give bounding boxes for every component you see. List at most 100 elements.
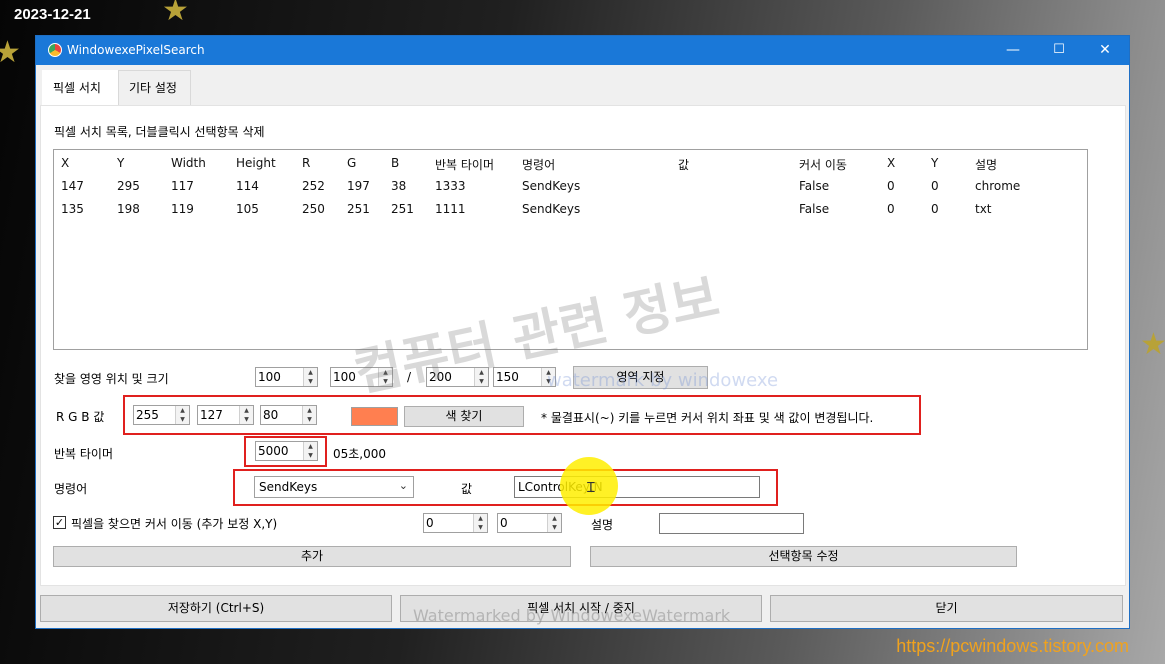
area-x-value: 100: [258, 370, 281, 384]
table-cell[interactable]: 198: [117, 202, 140, 216]
table-cell[interactable]: False: [799, 179, 829, 193]
value-label: 값: [461, 482, 473, 496]
set-area-button[interactable]: 영역 지정: [573, 366, 708, 389]
table-cell[interactable]: SendKeys: [522, 202, 580, 216]
cursor-move-label: 픽셀을 찾으면 커서 이동 (추가 보정 X,Y): [71, 517, 278, 531]
app-window: WindowexePixelSearch — ☐ ✕ 픽셀 서치 기타 설정 픽…: [35, 35, 1130, 629]
table-cell[interactable]: 105: [236, 202, 259, 216]
tab-pixel-search[interactable]: 픽셀 서치: [42, 70, 118, 106]
table-cell[interactable]: 295: [117, 179, 140, 193]
table-cell[interactable]: 0: [931, 202, 939, 216]
pixel-search-list[interactable]: X Y Width Height R G B 반복 타이머 명령어 값 커서 이…: [53, 149, 1088, 350]
area-y-value: 100: [333, 370, 356, 384]
table-cell[interactable]: 117: [171, 179, 194, 193]
table-cell[interactable]: 250: [302, 202, 325, 216]
area-height-stepper[interactable]: 150 ▲ ▼: [493, 367, 556, 387]
spin-arrows-icon[interactable]: ▲ ▼: [303, 368, 317, 386]
red-stepper[interactable]: 255 ▲ ▼: [133, 405, 190, 425]
start-stop-button[interactable]: 픽셀 서치 시작 / 중지: [400, 595, 762, 622]
add-button[interactable]: 추가: [53, 546, 571, 567]
title-bar: WindowexePixelSearch — ☐ ✕: [36, 36, 1129, 65]
area-height-value: 150: [496, 370, 519, 384]
column-header-x[interactable]: X: [61, 156, 69, 170]
tab-other-settings[interactable]: 기타 설정: [118, 70, 191, 106]
table-cell[interactable]: 1333: [435, 179, 466, 193]
column-header-offset-y[interactable]: Y: [931, 156, 938, 170]
column-header-b[interactable]: B: [391, 156, 399, 170]
offset-x-value: 0: [426, 516, 434, 530]
table-cell[interactable]: SendKeys: [522, 179, 580, 193]
description-input[interactable]: [659, 513, 804, 534]
command-select[interactable]: SendKeys ⌄: [254, 476, 414, 498]
minimize-button[interactable]: —: [990, 36, 1036, 65]
area-separator: /: [407, 370, 412, 384]
timer-value: 5000: [258, 444, 289, 458]
table-cell[interactable]: 0: [931, 179, 939, 193]
area-width-stepper[interactable]: 200 ▲ ▼: [426, 367, 489, 387]
area-x-stepper[interactable]: 100 ▲ ▼: [255, 367, 318, 387]
command-value-input[interactable]: LControlKey,N: [514, 476, 760, 498]
table-cell[interactable]: 197: [347, 179, 370, 193]
area-y-stepper[interactable]: 100 ▲ ▼: [330, 367, 393, 387]
column-header-timer[interactable]: 반복 타이머: [435, 156, 494, 173]
table-cell[interactable]: False: [799, 202, 829, 216]
table-cell[interactable]: 1111: [435, 202, 466, 216]
table-cell[interactable]: txt: [975, 202, 992, 216]
cursor-move-checkbox[interactable]: ✓: [53, 516, 66, 529]
rgb-label: R G B 값: [56, 410, 105, 424]
table-cell[interactable]: 135: [61, 202, 84, 216]
table-cell[interactable]: 0: [887, 179, 895, 193]
close-window-button[interactable]: ✕: [1082, 36, 1128, 65]
app-icon: [48, 43, 62, 57]
star-decoration: ★: [0, 35, 21, 70]
command-label: 명령어: [54, 482, 88, 496]
timer-stepper[interactable]: 5000 ▲ ▼: [255, 441, 318, 461]
offset-y-stepper[interactable]: 0 ▲ ▼: [497, 513, 562, 533]
table-cell[interactable]: 251: [347, 202, 370, 216]
spin-arrows-icon[interactable]: ▲ ▼: [474, 368, 488, 386]
column-header-y[interactable]: Y: [117, 156, 124, 170]
table-cell[interactable]: 251: [391, 202, 414, 216]
column-header-height[interactable]: Height: [236, 156, 276, 170]
spin-arrows-icon[interactable]: ▲ ▼: [302, 406, 316, 424]
save-button[interactable]: 저장하기 (Ctrl+S): [40, 595, 392, 622]
chevron-down-icon[interactable]: ⌄: [399, 479, 408, 492]
table-cell[interactable]: 38: [391, 179, 406, 193]
blue-stepper[interactable]: 80 ▲ ▼: [260, 405, 317, 425]
edit-selected-button[interactable]: 선택항목 수정: [590, 546, 1017, 567]
window-title: WindowexePixelSearch: [67, 43, 205, 57]
table-cell[interactable]: 252: [302, 179, 325, 193]
offset-x-stepper[interactable]: 0 ▲ ▼: [423, 513, 488, 533]
table-cell[interactable]: chrome: [975, 179, 1020, 193]
column-header-g[interactable]: G: [347, 156, 356, 170]
spin-arrows-icon[interactable]: ▲ ▼: [473, 514, 487, 532]
spin-arrows-icon[interactable]: ▲ ▼: [378, 368, 392, 386]
table-cell[interactable]: 114: [236, 179, 259, 193]
spin-arrows-icon[interactable]: ▲ ▼: [547, 514, 561, 532]
spin-arrows-icon[interactable]: ▲ ▼: [541, 368, 555, 386]
column-header-offset-x[interactable]: X: [887, 156, 895, 170]
offset-y-value: 0: [500, 516, 508, 530]
table-cell[interactable]: 147: [61, 179, 84, 193]
table-cell[interactable]: 0: [887, 202, 895, 216]
table-cell[interactable]: 119: [171, 202, 194, 216]
spin-arrows-icon[interactable]: ▲ ▼: [175, 406, 189, 424]
timer-display: 05초,000: [333, 447, 387, 461]
blue-value: 80: [263, 408, 279, 422]
close-button[interactable]: 닫기: [770, 595, 1123, 622]
spin-arrows-icon[interactable]: ▲ ▼: [239, 406, 253, 424]
desktop: { "overlay": { "date": "2023-12-21", "si…: [0, 0, 1165, 664]
text-cursor-icon: Ɪ: [587, 480, 595, 496]
find-color-button[interactable]: 색 찾기: [404, 406, 524, 427]
command-selected: SendKeys: [259, 480, 318, 494]
column-header-cursor-move[interactable]: 커서 이동: [799, 156, 847, 173]
column-header-description[interactable]: 설명: [975, 156, 997, 173]
color-swatch: [351, 407, 398, 426]
column-header-command[interactable]: 명령어: [522, 156, 555, 173]
spin-arrows-icon[interactable]: ▲ ▼: [303, 442, 317, 460]
column-header-width[interactable]: Width: [171, 156, 206, 170]
maximize-button[interactable]: ☐: [1036, 36, 1082, 65]
column-header-value[interactable]: 값: [678, 156, 689, 173]
column-header-r[interactable]: R: [302, 156, 310, 170]
green-stepper[interactable]: 127 ▲ ▼: [197, 405, 254, 425]
